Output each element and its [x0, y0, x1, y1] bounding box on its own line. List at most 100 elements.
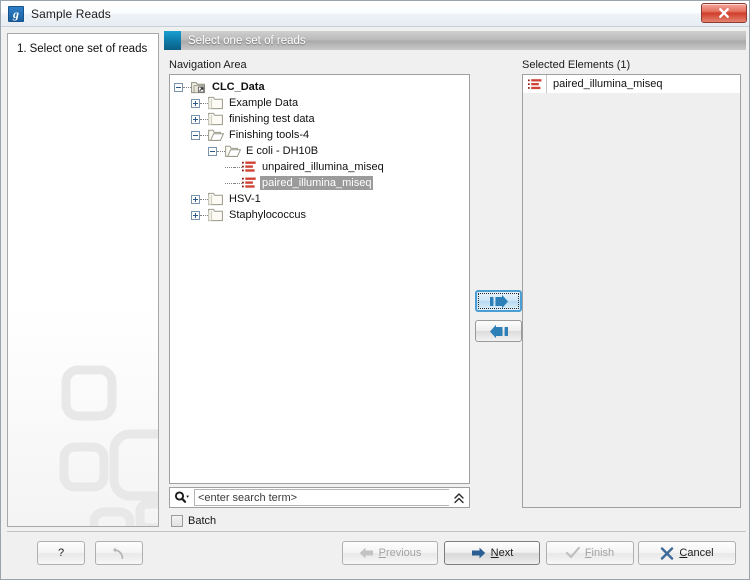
- tree-expander-plus-icon[interactable]: [191, 210, 200, 220]
- double-chevron-up-icon[interactable]: [449, 488, 469, 507]
- batch-checkbox[interactable]: [171, 515, 183, 527]
- search-magnifier-icon[interactable]: [170, 488, 194, 507]
- folder-open-icon: [225, 144, 241, 158]
- sequence-reads-icon: [523, 75, 547, 93]
- tree-item-staphylococcus[interactable]: Staphylococcus: [174, 207, 469, 223]
- previous-button[interactable]: Previous: [342, 541, 438, 565]
- tree-item-label: Finishing tools-4: [229, 129, 310, 141]
- tree-connector: [200, 214, 208, 216]
- sequence-reads-icon: [242, 161, 256, 173]
- tree-item-label: unpaired_illumina_miseq: [262, 161, 384, 173]
- banner-title: Select one set of reads: [188, 34, 306, 47]
- tree-item-clc-data[interactable]: CLC_Data: [174, 79, 469, 95]
- tree-item-finishing-tools-4[interactable]: Finishing tools-4: [174, 127, 469, 143]
- cancel-label: Cancel: [679, 547, 714, 559]
- tree-item-label: Example Data: [229, 97, 299, 109]
- tree-item-hsv-1[interactable]: HSV-1: [174, 191, 469, 207]
- finish-label: Finish: [584, 547, 615, 559]
- main-content: Select one set of reads Navigation Area …: [164, 31, 746, 527]
- next-label: Next: [490, 547, 514, 559]
- tree-expander-plus-icon[interactable]: [191, 194, 200, 204]
- tree-connector: [200, 118, 208, 120]
- tree-connector: [225, 166, 234, 168]
- list-item[interactable]: paired_illumina_miseq: [523, 75, 740, 93]
- close-x-icon: [661, 546, 674, 560]
- tree-item-example-data[interactable]: Example Data: [174, 95, 469, 111]
- tree-connector: [225, 182, 234, 184]
- sidebar-item-step-1[interactable]: 1. Select one set of reads: [17, 43, 158, 55]
- tree-connector: [217, 150, 225, 152]
- next-button[interactable]: Next: [444, 541, 540, 565]
- tree-item-label: HSV-1: [229, 193, 261, 205]
- step-number: 1.: [17, 43, 27, 55]
- selected-elements-list[interactable]: paired_illumina_miseq: [522, 74, 741, 508]
- previous-label: Previous: [378, 547, 422, 559]
- tree-item-label: paired_illumina_miseq: [260, 176, 374, 190]
- step-banner: Select one set of reads: [164, 31, 746, 50]
- previous-label-rest: revious: [385, 547, 422, 559]
- help-button[interactable]: ?: [37, 541, 85, 565]
- tree-item-label: finishing test data: [229, 113, 315, 125]
- tree-root: CLC_Data Example Data finishing test data F…: [170, 75, 469, 223]
- arrow-left-icon: [489, 324, 508, 338]
- selected-item-label: paired_illumina_miseq: [553, 78, 663, 90]
- clc-data-folder-icon: [191, 80, 207, 94]
- selected-elements-label: Selected Elements (1): [522, 59, 631, 71]
- tree-item-finishing-test-data[interactable]: finishing test data: [174, 111, 469, 127]
- arrow-left-icon: [359, 547, 373, 559]
- banner-accent-swatch: [164, 31, 181, 50]
- search-bar[interactable]: [169, 487, 470, 508]
- tree-connector: [183, 86, 191, 88]
- remove-from-selection-button[interactable]: [475, 320, 522, 342]
- tree-expander-minus-icon[interactable]: [208, 146, 217, 156]
- sample-reads-dialog: g Sample Reads 1. Select one set of reads: [0, 0, 750, 580]
- step-label: Select one set of reads: [29, 43, 148, 55]
- tree-expander-plus-icon[interactable]: [191, 98, 200, 108]
- cancel-label-rest: ancel: [687, 547, 714, 559]
- tree-item-paired-illumina-miseq[interactable]: paired_illumina_miseq: [174, 175, 469, 191]
- tree-connector: [200, 198, 208, 200]
- tree-item-label: E coli - DH10B: [246, 145, 319, 157]
- batch-option[interactable]: Batch: [171, 515, 216, 527]
- navigation-tree[interactable]: CLC_Data Example Data finishing test data F…: [169, 74, 470, 484]
- folder-closed-icon: [208, 96, 224, 110]
- wizard-steps-sidebar: 1. Select one set of reads: [7, 33, 159, 527]
- sequence-reads-icon: [242, 177, 256, 189]
- finish-label-rest: inish: [591, 547, 615, 559]
- window-title: Sample Reads: [31, 6, 111, 21]
- title-bar: g Sample Reads: [1, 1, 749, 27]
- tree-connector: [200, 102, 208, 104]
- tree-expander-minus-icon[interactable]: [174, 82, 183, 92]
- add-to-selection-button[interactable]: [475, 290, 522, 312]
- tree-connector: [234, 166, 242, 168]
- tree-item-label: Staphylococcus: [229, 209, 307, 221]
- finish-button[interactable]: Finish: [546, 541, 634, 565]
- close-icon[interactable]: [701, 3, 747, 23]
- clc-g-icon: g: [8, 5, 24, 22]
- folder-closed-icon: [208, 208, 224, 222]
- selector-panes: Navigation Area Selected Elements (1) CL…: [164, 50, 746, 527]
- folder-closed-icon: [208, 192, 224, 206]
- navigation-area-label: Navigation Area: [169, 59, 247, 71]
- search-input[interactable]: [194, 489, 449, 506]
- folder-open-icon: [208, 128, 224, 142]
- tree-item-unpaired-illumina-miseq[interactable]: unpaired_illumina_miseq: [174, 159, 469, 175]
- folder-closed-icon: [208, 112, 224, 126]
- reset-button[interactable]: [95, 541, 143, 565]
- tree-expander-minus-icon[interactable]: [191, 130, 200, 140]
- dialog-footer: ? Previous Next Finish Cancel: [7, 531, 746, 575]
- tree-connector: [200, 134, 208, 136]
- dialog-body: 1. Select one set of reads Select one set…: [1, 27, 749, 579]
- tree-expander-plus-icon[interactable]: [191, 114, 200, 124]
- tree-item-label: CLC_Data: [212, 81, 265, 93]
- cancel-button[interactable]: Cancel: [638, 541, 736, 565]
- help-label: ?: [57, 547, 65, 559]
- undo-arrow-icon: [112, 546, 123, 559]
- tree-item-e-coli-dh10b[interactable]: E coli - DH10B: [174, 143, 469, 159]
- next-label-rest: ext: [498, 547, 514, 559]
- focus-ring: [478, 293, 519, 309]
- arrow-right-icon: [471, 547, 485, 559]
- checkmark-icon: [565, 547, 580, 559]
- batch-label: Batch: [188, 515, 217, 527]
- tree-connector: [234, 182, 242, 184]
